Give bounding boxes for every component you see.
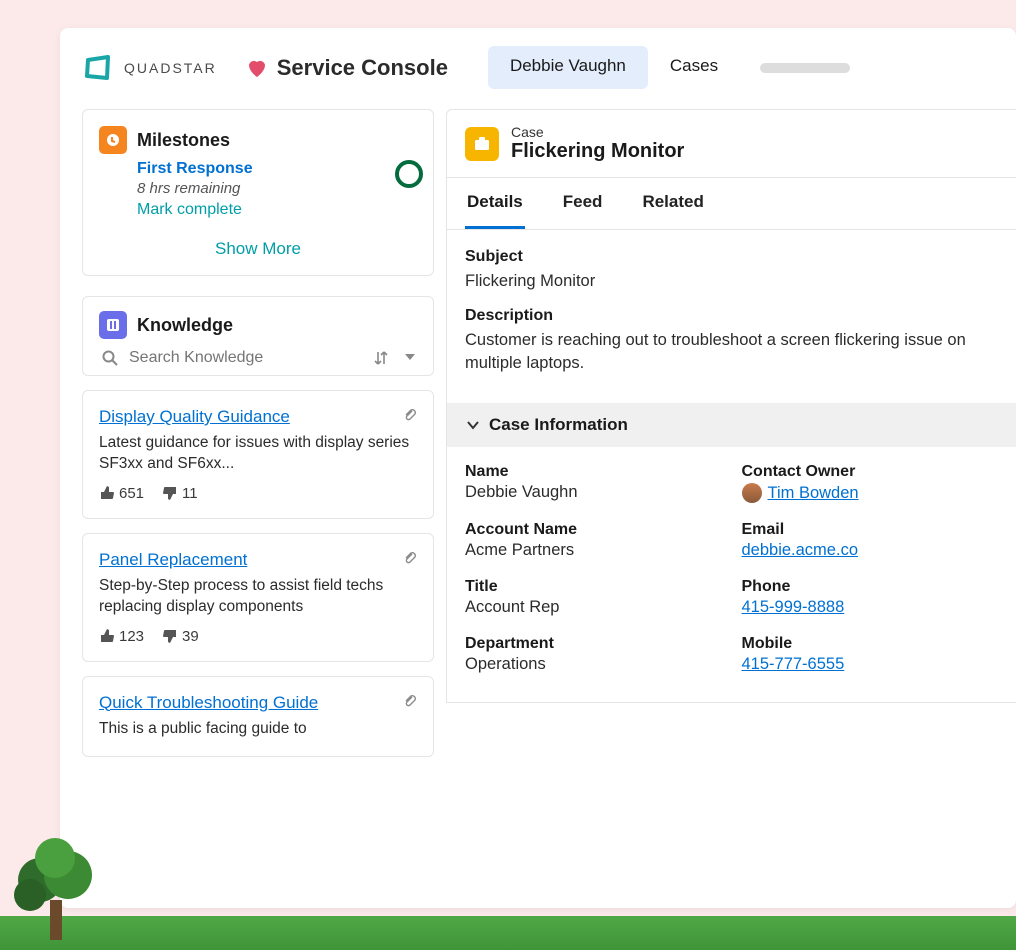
attach-icon[interactable] <box>403 407 417 424</box>
milestones-show-more[interactable]: Show More <box>99 239 417 259</box>
milestones-body: First Response 8 hrs remaining Mark comp… <box>137 160 417 219</box>
upvote[interactable]: 651 <box>99 485 144 502</box>
content: Milestones First Response 8 hrs remainin… <box>60 99 1016 757</box>
knowledge-header-card: Knowledge <box>82 296 434 376</box>
name-label: Name <box>465 463 722 481</box>
article-title-link[interactable]: Quick Troubleshooting Guide <box>99 693 318 713</box>
heart-icon <box>245 56 269 80</box>
mobile-label: Mobile <box>742 635 999 653</box>
attach-icon[interactable] <box>403 693 417 710</box>
email-label: Email <box>742 521 999 539</box>
article-desc: This is a public facing guide to <box>99 719 417 740</box>
knowledge-panel: Knowledge Display Quality Guidance <box>82 296 434 757</box>
milestone-name[interactable]: First Response <box>137 160 417 178</box>
app-container: QUADSTAR Service Console Debbie Vaughn C… <box>60 28 1016 908</box>
knowledge-article: Quick Troubleshooting Guide This is a pu… <box>82 676 434 757</box>
description-label: Description <box>465 307 998 325</box>
case-info-grid: Name Debbie Vaughn Contact Owner Tim Bow… <box>447 447 1016 702</box>
app-switcher[interactable]: Service Console <box>245 55 448 81</box>
workspace-tabs: Debbie Vaughn Cases <box>488 46 850 89</box>
tab-details[interactable]: Details <box>465 178 525 229</box>
downvote[interactable]: 39 <box>162 628 199 645</box>
tab-placeholder <box>760 63 850 73</box>
milestones-title: Milestones <box>137 130 230 151</box>
knowledge-search-row <box>101 349 417 367</box>
footer-decoration <box>0 916 1016 950</box>
owner-link[interactable]: Tim Bowden <box>768 484 859 503</box>
left-column: Milestones First Response 8 hrs remainin… <box>82 109 434 757</box>
title-value: Account Rep <box>465 598 722 617</box>
tab-feed[interactable]: Feed <box>561 178 605 229</box>
tree-decoration-icon <box>0 820 120 940</box>
sort-icon[interactable] <box>373 350 389 366</box>
brand-name: QUADSTAR <box>124 60 217 76</box>
subject-value: Flickering Monitor <box>465 270 998 293</box>
email-link[interactable]: debbie.acme.co <box>742 541 859 559</box>
milestone-mark-complete[interactable]: Mark complete <box>137 201 417 219</box>
dept-value: Operations <box>465 655 722 674</box>
case-title: Flickering Monitor <box>511 140 684 163</box>
phone-label: Phone <box>742 578 999 596</box>
case-body: Subject Flickering Monitor Description C… <box>447 230 1016 403</box>
app-title: Service Console <box>277 55 448 81</box>
tab-debbie-vaughn[interactable]: Debbie Vaughn <box>488 46 648 89</box>
tab-related[interactable]: Related <box>640 178 705 229</box>
tab-cases[interactable]: Cases <box>648 46 740 89</box>
knowledge-article: Display Quality Guidance Latest guidance… <box>82 390 434 519</box>
owner-label: Contact Owner <box>742 463 999 481</box>
milestones-header: Milestones <box>99 126 417 154</box>
article-desc: Step-by-Step process to assist field tec… <box>99 576 417 618</box>
article-votes: 123 39 <box>99 628 417 645</box>
case-label: Case <box>511 124 684 140</box>
title-label: Title <box>465 578 722 596</box>
description-value: Customer is reaching out to troubleshoot… <box>465 329 998 375</box>
dept-label: Department <box>465 635 722 653</box>
attach-icon[interactable] <box>403 550 417 567</box>
milestones-icon <box>99 126 127 154</box>
mobile-link[interactable]: 415-777-6555 <box>742 655 845 673</box>
account-label: Account Name <box>465 521 722 539</box>
knowledge-article: Panel Replacement Step-by-Step process t… <box>82 533 434 662</box>
upvote[interactable]: 123 <box>99 628 144 645</box>
case-info-header[interactable]: Case Information <box>447 403 1016 447</box>
account-value: Acme Partners <box>465 541 722 560</box>
avatar <box>742 483 762 503</box>
knowledge-header: Knowledge <box>99 311 417 339</box>
name-value: Debbie Vaughn <box>465 483 722 502</box>
knowledge-title: Knowledge <box>137 315 233 336</box>
knowledge-search-input[interactable] <box>129 349 363 367</box>
downvote[interactable]: 11 <box>162 485 198 502</box>
knowledge-icon <box>99 311 127 339</box>
brand: QUADSTAR <box>82 52 217 84</box>
right-column: Case Flickering Monitor Details Feed Rel… <box>446 109 1016 757</box>
milestone-remaining: 8 hrs remaining <box>137 180 417 197</box>
dropdown-icon[interactable] <box>403 350 417 364</box>
article-votes: 651 11 <box>99 485 417 502</box>
article-title-link[interactable]: Panel Replacement <box>99 550 247 570</box>
subject-label: Subject <box>465 248 998 266</box>
case-tabs: Details Feed Related <box>447 178 1016 230</box>
case-header: Case Flickering Monitor <box>447 110 1016 178</box>
search-icon <box>101 349 119 367</box>
case-icon <box>465 127 499 161</box>
milestones-card: Milestones First Response 8 hrs remainin… <box>82 109 434 276</box>
quadstar-logo-icon <box>82 52 114 84</box>
article-title-link[interactable]: Display Quality Guidance <box>99 407 290 427</box>
article-desc: Latest guidance for issues with display … <box>99 433 417 475</box>
case-panel: Case Flickering Monitor Details Feed Rel… <box>446 109 1016 703</box>
chevron-down-icon <box>465 417 481 433</box>
owner-value: Tim Bowden <box>742 483 999 503</box>
top-bar: QUADSTAR Service Console Debbie Vaughn C… <box>60 28 1016 99</box>
phone-link[interactable]: 415-999-8888 <box>742 598 845 616</box>
milestone-progress-icon <box>395 160 423 188</box>
